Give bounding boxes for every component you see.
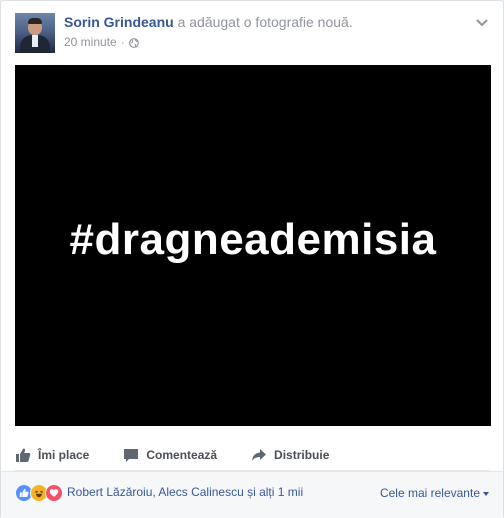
post-header: Sorin Grindeanu a adăugat o fotografie n… (15, 13, 489, 53)
comment-sort-dropdown[interactable]: Cele mai relevante (380, 486, 489, 500)
post-action-text: a adăugat o fotografie nouă. (173, 14, 353, 30)
thumbs-up-icon (16, 448, 31, 462)
post-card: Sorin Grindeanu a adăugat o fotografie n… (0, 0, 504, 518)
caret-down-icon (483, 491, 489, 496)
photo-hashtag-text: #dragneademisia (69, 214, 437, 264)
globe-icon[interactable] (128, 37, 139, 48)
reaction-icons[interactable] (15, 484, 63, 502)
comment-bubble-icon (124, 449, 139, 462)
comment-button-label: Comentează (146, 448, 218, 462)
author-name-link[interactable]: Sorin Grindeanu (64, 14, 174, 30)
love-reaction-icon (45, 484, 63, 502)
chevron-down-icon[interactable] (475, 15, 489, 27)
post-action-bar: Îmi place Comentează Distribuie (15, 440, 489, 471)
share-arrow-icon (252, 449, 267, 461)
share-button-label: Distribuie (274, 448, 330, 462)
author-avatar[interactable] (15, 13, 55, 53)
post-title-line: Sorin Grindeanu a adăugat o fotografie n… (64, 14, 353, 30)
post-photo[interactable]: #dragneademisia (15, 65, 491, 426)
share-button[interactable]: Distribuie (251, 447, 329, 463)
meta-separator: · (120, 35, 125, 49)
like-button[interactable]: Îmi place (15, 447, 89, 463)
reactions-bar: Robert Lăzăroiu, Alecs Calinescu și alți… (1, 471, 503, 518)
post-meta: 20 minute · (64, 35, 139, 49)
post-timestamp[interactable]: 20 minute (64, 35, 117, 49)
comment-button[interactable]: Comentează (123, 447, 217, 463)
comment-sort-label: Cele mai relevante (379, 486, 480, 500)
reactions-summary-link[interactable]: Robert Lăzăroiu, Alecs Calinescu și alți… (67, 485, 303, 499)
like-button-label: Îmi place (38, 448, 90, 462)
